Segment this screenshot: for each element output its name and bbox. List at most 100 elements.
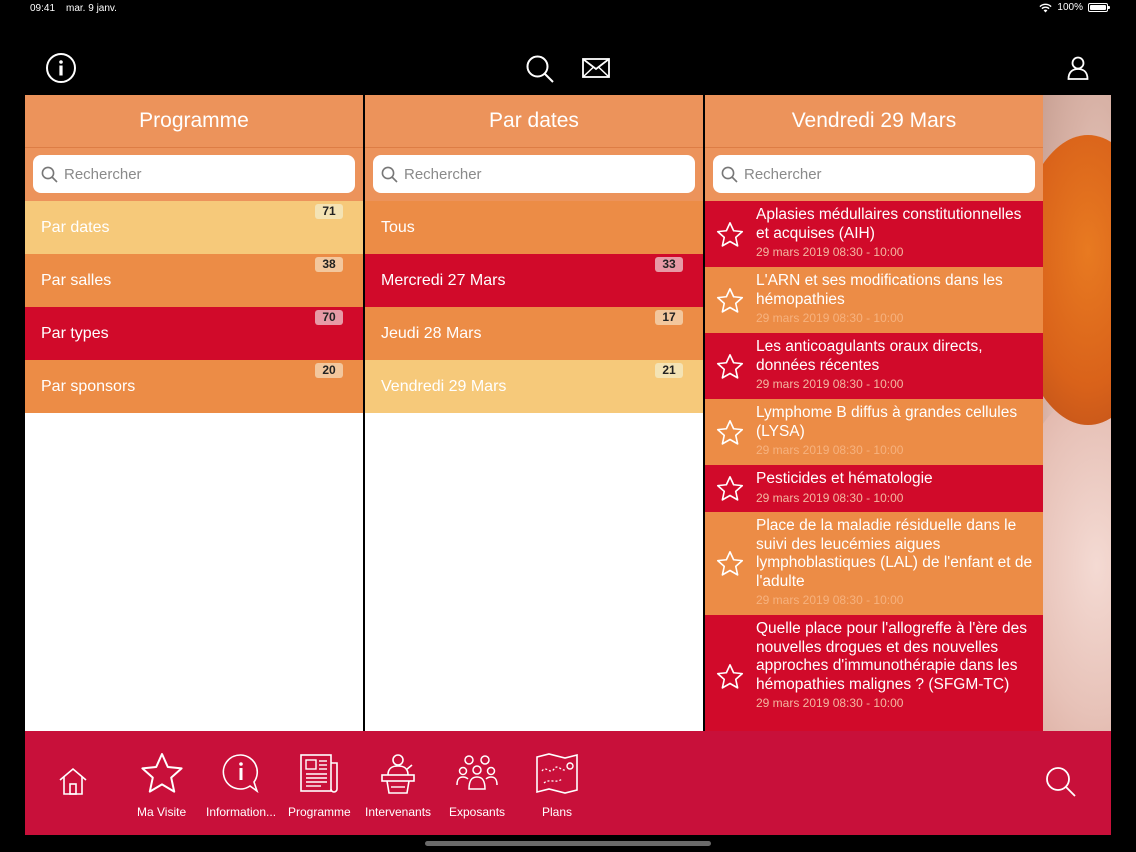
tab-intervenants[interactable]: Intervenants [365, 751, 431, 819]
session-title: Lymphome B diffus à grandes cellules (LY… [756, 404, 1018, 440]
session-item[interactable]: Lymphome B diffus à grandes cellules (LY… [705, 399, 1043, 465]
tab-information[interactable]: Information... [206, 751, 276, 819]
date-item-vendredi[interactable]: Vendredi 29 Mars 21 [365, 360, 703, 413]
battery-icon [1088, 3, 1110, 12]
date-item-jeudi[interactable]: Jeudi 28 Mars 17 [365, 307, 703, 360]
background-photo [1043, 95, 1111, 731]
star-icon[interactable] [713, 338, 747, 395]
wifi-icon [1039, 3, 1053, 12]
column-title: Programme [25, 95, 363, 148]
status-bar: 09:41 mar. 9 janv. 100% [0, 0, 1136, 20]
search-input[interactable] [404, 165, 664, 183]
column-title: Par dates [365, 95, 703, 148]
menu-item-par-sponsors[interactable]: Par sponsors 20 [25, 360, 363, 413]
session-title: Aplasies médullaires constitutionnelles … [756, 206, 1022, 242]
star-icon[interactable] [713, 272, 747, 329]
tab-plans[interactable]: Plans [534, 751, 580, 819]
date-item-label: Mercredi 27 Mars [381, 271, 506, 289]
count-badge: 70 [315, 310, 343, 325]
search-icon [41, 166, 58, 183]
day-sessions-column: Vendredi 29 Mars Aplasies médullaires co… [705, 95, 1043, 731]
home-indicator[interactable] [425, 841, 711, 846]
session-list: Aplasies médullaires constitutionnelles … [705, 201, 1043, 731]
session-time: 29 mars 2019 08:30 - 10:00 [756, 593, 904, 607]
date-item-mercredi[interactable]: Mercredi 27 Mars 33 [365, 254, 703, 307]
session-title: Pesticides et hématologie [756, 470, 933, 487]
session-time: 29 mars 2019 08:30 - 10:00 [756, 443, 904, 457]
search-icon [1046, 767, 1076, 797]
session-time: 29 mars 2019 08:30 - 10:00 [756, 696, 904, 710]
count-badge: 33 [655, 257, 683, 272]
tab-exposants[interactable]: Exposants [449, 751, 505, 819]
menu-item-label: Par dates [41, 218, 110, 236]
newspaper-icon [300, 754, 339, 793]
session-title: Place de la maladie résiduelle dans le s… [756, 517, 1033, 590]
home-icon [59, 767, 87, 795]
menu-item-par-dates[interactable]: Par dates 71 [25, 201, 363, 254]
session-title: L'ARN et ses modifications dans les hémo… [756, 272, 1003, 308]
session-item[interactable]: Aplasies médullaires constitutionnelles … [705, 201, 1043, 267]
tab-label: Intervenants [365, 805, 432, 819]
tab-label: Information... [206, 805, 277, 819]
tab-label: Plans [541, 805, 573, 819]
speaker-icon [381, 754, 415, 794]
session-time: 29 mars 2019 08:30 - 10:00 [756, 377, 904, 391]
tab-label: Exposants [449, 805, 506, 819]
search-input[interactable] [64, 165, 324, 183]
battery-percent: 100% [1057, 2, 1083, 13]
session-item[interactable]: Place de la maladie résiduelle dans le s… [705, 512, 1043, 615]
count-badge: 17 [655, 310, 683, 325]
search-icon[interactable] [523, 52, 557, 86]
menu-item-label: Par sponsors [41, 377, 136, 395]
user-icon[interactable] [1064, 54, 1092, 82]
date-item-label: Tous [381, 218, 415, 236]
nav-search-button[interactable] [1044, 765, 1078, 799]
bottom-nav: Ma Visite Information... Programme Inter… [25, 731, 1111, 835]
star-icon[interactable] [713, 517, 747, 611]
session-title: Les anticoagulants oraux directs, donnée… [756, 338, 983, 374]
date-item-label: Jeudi 28 Mars [381, 324, 482, 342]
info-icon[interactable] [44, 51, 78, 85]
menu-item-label: Par types [41, 324, 109, 342]
date-item-tous[interactable]: Tous [365, 201, 703, 254]
session-item[interactable]: L'ARN et ses modifications dans les hémo… [705, 267, 1043, 333]
session-time: 29 mars 2019 08:30 - 10:00 [756, 245, 904, 259]
search-icon [381, 166, 398, 183]
session-title: Quelle place pour l'allogreffe à l'ère d… [756, 620, 1028, 693]
search-icon [721, 166, 738, 183]
column-title: Vendredi 29 Mars [705, 95, 1043, 148]
status-date: mar. 9 janv. [66, 3, 117, 14]
status-time: 09:41 [30, 3, 56, 14]
star-icon[interactable] [713, 620, 747, 731]
tab-ma-visite[interactable]: Ma Visite [137, 751, 186, 819]
tab-label: Programme [288, 805, 351, 819]
date-item-label: Vendredi 29 Mars [381, 377, 507, 395]
session-time: 29 mars 2019 08:30 - 10:00 [756, 490, 904, 505]
info-bubble-icon [222, 754, 259, 794]
menu-item-par-salles[interactable]: Par salles 38 [25, 254, 363, 307]
search-box [33, 155, 355, 193]
menu-item-label: Par salles [41, 271, 112, 289]
star-icon[interactable] [713, 404, 747, 461]
tab-home[interactable] [57, 765, 89, 797]
count-badge: 38 [315, 257, 343, 272]
star-icon[interactable] [713, 206, 747, 263]
tab-programme[interactable]: Programme [288, 751, 351, 819]
search-input[interactable] [744, 165, 1004, 183]
session-item[interactable]: Quelle place pour l'allogreffe à l'ère d… [705, 615, 1043, 731]
search-box [713, 155, 1035, 193]
session-item[interactable]: Les anticoagulants oraux directs, donnée… [705, 333, 1043, 399]
star-icon[interactable] [713, 470, 747, 508]
menu-item-par-types[interactable]: Par types 70 [25, 307, 363, 360]
dates-column: Par dates Tous Mercredi 27 Mars 33 Jeudi… [365, 95, 703, 731]
map-icon [536, 753, 578, 794]
session-time: 29 mars 2019 08:30 - 10:00 [756, 311, 904, 325]
star-icon [140, 753, 183, 793]
tab-label: Ma Visite [137, 805, 187, 819]
count-badge: 20 [315, 363, 343, 378]
count-badge: 71 [315, 204, 343, 219]
mail-icon[interactable] [580, 56, 612, 80]
session-item[interactable]: Pesticides et hématologie 29 mars 2019 08… [705, 465, 1043, 512]
people-icon [456, 755, 498, 790]
count-badge: 21 [655, 363, 683, 378]
